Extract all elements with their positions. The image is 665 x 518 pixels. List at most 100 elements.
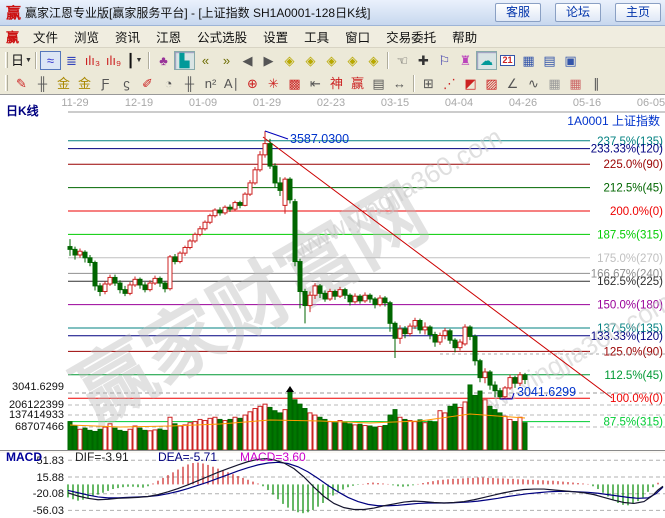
calendar-button[interactable]: 21	[497, 51, 518, 70]
brain-cloud-button[interactable]: ☁	[476, 51, 497, 70]
golden-section-tool[interactable]: 金	[53, 74, 74, 93]
candle-body	[473, 336, 477, 360]
zoom-in-button[interactable]: ◈	[300, 51, 321, 70]
home-button[interactable]: 主页	[615, 3, 661, 22]
full-view-button[interactable]: ◈	[363, 51, 384, 70]
spiral-tool[interactable]: ϛ	[116, 74, 137, 93]
marker-pencil-tool[interactable]: ✐	[137, 74, 158, 93]
menu-item-6[interactable]: 工具	[296, 25, 337, 48]
volume-bar	[448, 406, 452, 450]
gann-level-label: 233.33%(120)	[591, 144, 663, 156]
candle-body	[198, 229, 202, 235]
zigzag-check-tool[interactable]: ∿	[523, 74, 544, 93]
save-button[interactable]: ▣	[560, 51, 581, 70]
expand-button[interactable]: ◈	[342, 51, 363, 70]
candle-body	[193, 234, 197, 241]
candle-body	[433, 335, 437, 342]
info-panel-button[interactable]: ≣	[61, 51, 82, 70]
fan-lines-tool[interactable]: ⋰	[439, 74, 460, 93]
angle-lines-tool[interactable]: ∠	[502, 74, 523, 93]
report-button[interactable]: ▤	[539, 51, 560, 70]
gann-pencil-tool[interactable]: ✎	[11, 74, 32, 93]
bars-9-button[interactable]: ılı₉	[103, 51, 124, 70]
volume-bar	[483, 400, 487, 450]
candle-body	[98, 286, 102, 292]
candle-body	[168, 257, 172, 289]
gann-level-label: 87.5%(315)	[604, 417, 664, 429]
candle-style-button[interactable]: ┃▼	[124, 51, 145, 70]
menu-item-4[interactable]: 公式选股	[189, 25, 255, 48]
period-day-button[interactable]: 日▼	[11, 51, 32, 70]
candle-body	[398, 329, 402, 338]
date-tick: 04-04	[445, 97, 473, 109]
first-page-button[interactable]: «	[195, 51, 216, 70]
bars-3-button[interactable]: ılı₃	[82, 51, 103, 70]
tools-castle-icon: ♜	[460, 54, 472, 67]
candle-body	[373, 299, 377, 305]
menu-item-8[interactable]: 交易委托	[378, 25, 444, 48]
volume-bar	[138, 428, 142, 450]
grid-gray-tool[interactable]: ▦	[544, 74, 565, 93]
last-page-button[interactable]: »	[216, 51, 237, 70]
window-title: 赢家江恩专业版[赢家服务平台] - [上证指数 SH1A0001-128日K线]	[25, 4, 481, 21]
menu-item-1[interactable]: 浏览	[66, 25, 107, 48]
angle-lines-icon: ∠	[507, 77, 519, 90]
time-grid-tool[interactable]: ╫	[32, 74, 53, 93]
chart-canvas[interactable]: 11-2912-1901-0901-2902-2303-1504-0404-26…	[0, 95, 665, 518]
price-box-tool[interactable]: ⊞	[418, 74, 439, 93]
menu-item-9[interactable]: 帮助	[444, 25, 485, 48]
gann-box-web-tool[interactable]: ▩	[284, 74, 305, 93]
shen-grid-tool[interactable]: 神	[326, 74, 347, 93]
trend-wave-button[interactable]: ≈	[40, 51, 61, 70]
candle-body	[243, 194, 247, 205]
calculator-button[interactable]: ▦	[518, 51, 539, 70]
candle-body	[68, 247, 72, 250]
trend-wave-icon: ≈	[47, 54, 54, 67]
candle-body	[353, 296, 357, 302]
candle-body	[133, 279, 137, 285]
price-grid-tool[interactable]: ╫	[179, 74, 200, 93]
grid-red-tool[interactable]: ▦	[565, 74, 586, 93]
golden-band-tool[interactable]: 金	[74, 74, 95, 93]
compress-button[interactable]: ◈	[321, 51, 342, 70]
volume-bar	[113, 428, 117, 450]
square-nine-tool[interactable]: n²	[200, 74, 221, 93]
parallel-lines-tool[interactable]: ∥	[586, 74, 607, 93]
stamp-icon: ♣	[159, 54, 168, 67]
ruler-123-tool[interactable]: ▤	[368, 74, 389, 93]
text-note-tool[interactable]: A∣	[221, 74, 242, 93]
date-tick: 02-23	[317, 97, 345, 109]
toolbar-grip[interactable]	[5, 75, 8, 91]
prev-bar-button[interactable]: ◀	[237, 51, 258, 70]
angle-measure-tool[interactable]: ⇤	[305, 74, 326, 93]
zoom-out-button[interactable]: ◈	[279, 51, 300, 70]
menu-item-2[interactable]: 资讯	[107, 25, 148, 48]
gann-web-tool[interactable]: ✳	[263, 74, 284, 93]
stamp-button[interactable]: ♣	[153, 51, 174, 70]
candle-body	[218, 210, 222, 213]
polyline-flag-button[interactable]: ⚐	[434, 51, 455, 70]
menu-item-0[interactable]: 文件	[25, 25, 66, 48]
gann-wheel-tool[interactable]: ⊕	[242, 74, 263, 93]
menu-item-7[interactable]: 窗口	[337, 25, 378, 48]
hand-tool-button[interactable]: ☜	[392, 51, 413, 70]
tools-castle-button[interactable]: ♜	[455, 51, 476, 70]
candle-body	[428, 327, 432, 334]
gann-rays-box-tool[interactable]: ▨	[481, 74, 502, 93]
win-grid-tool[interactable]: 赢	[347, 74, 368, 93]
service-button[interactable]: 客服	[495, 3, 541, 22]
width-measure-tool[interactable]: ↔	[389, 74, 410, 93]
next-bar-button[interactable]: ▶	[258, 51, 279, 70]
fib-grid-tool[interactable]: Ƒ	[95, 74, 116, 93]
cycle-clock-tool[interactable]: ◔	[158, 74, 179, 93]
gann-fan-box-tool[interactable]: ◩	[460, 74, 481, 93]
candle-body	[358, 296, 362, 301]
menu-item-5[interactable]: 设置	[255, 25, 296, 48]
menu-item-3[interactable]: 江恩	[148, 25, 189, 48]
candle-body	[403, 329, 407, 334]
toolbar-grip[interactable]	[5, 52, 8, 68]
volume-bar	[168, 417, 172, 450]
color-chart-button[interactable]: ▙	[174, 51, 195, 70]
forum-button[interactable]: 论坛	[555, 3, 601, 22]
crosshair-button[interactable]: ✚	[413, 51, 434, 70]
